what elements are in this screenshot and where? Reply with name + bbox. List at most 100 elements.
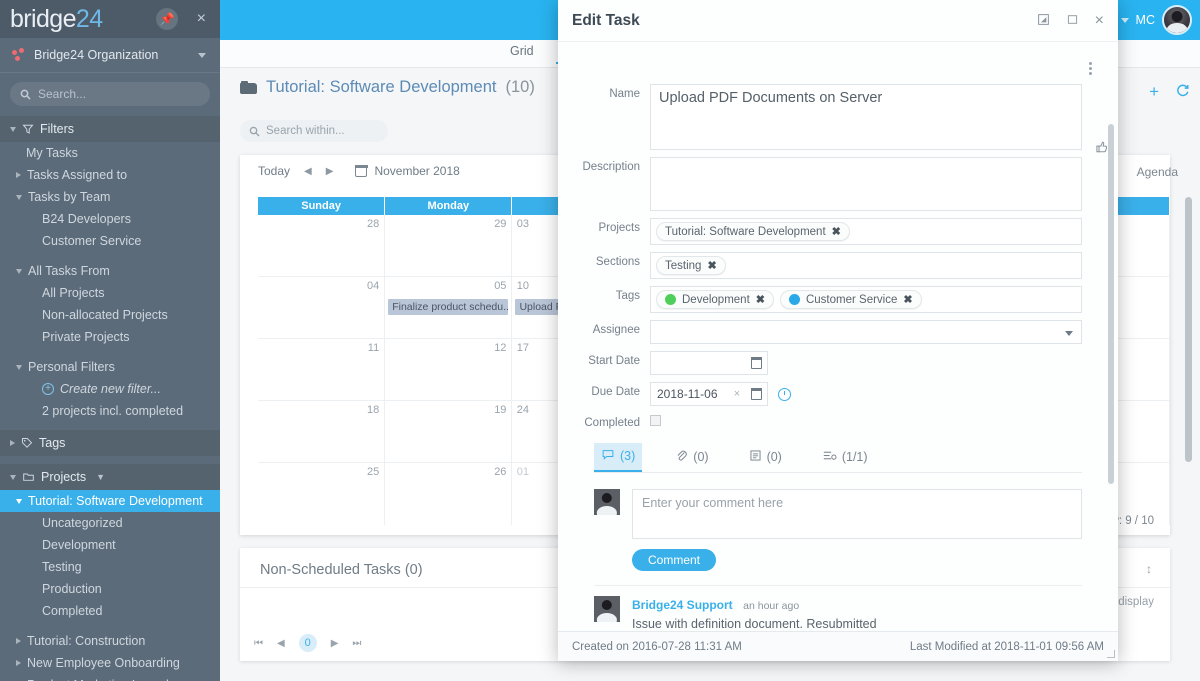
maximize-icon[interactable] bbox=[1067, 13, 1078, 28]
sidebar-item-tasks-by-team[interactable]: Tasks by Team bbox=[0, 186, 220, 208]
sidebar-section-tags[interactable]: Tags bbox=[0, 430, 220, 456]
project-chip[interactable]: Tutorial: Software Development ✖ bbox=[656, 222, 850, 241]
clock-icon[interactable] bbox=[778, 387, 791, 401]
sidebar-item-tutorial-software-development[interactable]: Tutorial: Software Development bbox=[0, 490, 220, 512]
today-button[interactable]: Today bbox=[258, 164, 290, 178]
calendar-cell[interactable]: 05 Finalize product schedu... bbox=[385, 277, 513, 338]
resize-handle[interactable] bbox=[1107, 650, 1115, 658]
restore-icon[interactable] bbox=[1037, 13, 1050, 29]
arrow-left-icon[interactable]: ◀ bbox=[304, 166, 312, 177]
logo-part2: 24 bbox=[75, 4, 103, 33]
sidebar-item-my-tasks[interactable]: My Tasks bbox=[0, 142, 220, 164]
calendar-cell[interactable]: 11 bbox=[258, 339, 386, 400]
sidebar-item-tasks-assigned-to[interactable]: Tasks Assigned to bbox=[0, 164, 220, 186]
modal-scrollbar[interactable] bbox=[1108, 124, 1114, 484]
calendar-cell[interactable]: 29 bbox=[385, 215, 513, 276]
chevron-down-icon bbox=[16, 268, 22, 274]
sidebar-item-all-tasks-from[interactable]: All Tasks From bbox=[0, 260, 220, 282]
prev-page-icon[interactable]: ◀ bbox=[277, 638, 285, 649]
calendar-cell[interactable]: 26 bbox=[385, 463, 513, 525]
sidebar-item-development[interactable]: Development bbox=[0, 534, 220, 556]
sidebar-item-label: Product Marketing Launch bbox=[27, 677, 173, 681]
sidebar-item-all-projects[interactable]: All Projects bbox=[0, 282, 220, 304]
more-options-icon[interactable] bbox=[1089, 62, 1092, 77]
close-icon[interactable]: × bbox=[1095, 12, 1104, 30]
sidebar-search-input[interactable]: Search... bbox=[10, 82, 210, 106]
tab-grid[interactable]: Grid bbox=[510, 44, 534, 58]
sidebar-item-personal-filters[interactable]: Personal Filters bbox=[0, 356, 220, 378]
due-date-label: Due Date bbox=[591, 386, 640, 398]
arrow-right-icon[interactable]: ▶ bbox=[326, 166, 334, 177]
section-chip[interactable]: Testing ✖ bbox=[656, 256, 726, 275]
remove-chip-icon[interactable]: ✖ bbox=[707, 259, 716, 272]
clear-icon[interactable]: × bbox=[728, 382, 746, 406]
tab-subtasks[interactable]: (1/1) bbox=[815, 443, 875, 472]
calendar-cell[interactable]: 25 bbox=[258, 463, 386, 525]
tags-chipbox[interactable]: Development ✖ Customer Service ✖ bbox=[650, 286, 1082, 313]
tab-comments[interactable]: (3) bbox=[594, 443, 643, 472]
tab-notes[interactable]: (0) bbox=[742, 443, 789, 472]
sidebar-item-production[interactable]: Production bbox=[0, 578, 220, 600]
comment-input[interactable]: Enter your comment here bbox=[632, 489, 1082, 539]
toolbar-icons: + bbox=[1149, 82, 1190, 102]
sidebar-item-product-marketing-launch[interactable]: Product Marketing Launch bbox=[0, 674, 220, 681]
calendar-event[interactable]: Finalize product schedu... bbox=[388, 299, 509, 315]
remove-chip-icon[interactable]: ✖ bbox=[832, 225, 841, 238]
user-menu[interactable]: MC bbox=[1120, 0, 1192, 40]
projects-label: Projects bbox=[598, 222, 640, 234]
next-page-icon[interactable]: ▶ bbox=[331, 638, 339, 649]
modal-tabs: (3) (0) (0) (1/1) bbox=[594, 443, 1082, 473]
calendar-cell[interactable]: 12 bbox=[385, 339, 513, 400]
sidebar-item-private-projects[interactable]: Private Projects bbox=[0, 326, 220, 348]
sections-chipbox[interactable]: Testing ✖ bbox=[650, 252, 1082, 279]
sidebar-section-projects[interactable]: Projects ▼ bbox=[0, 464, 220, 490]
organization-selector[interactable]: Bridge24 Organization bbox=[0, 38, 220, 73]
due-date-input[interactable]: 2018-11-06 bbox=[650, 382, 728, 406]
calendar-cell[interactable]: 04 bbox=[258, 277, 386, 338]
sidebar-item-tutorial-construction[interactable]: Tutorial: Construction bbox=[0, 630, 220, 652]
search-within-input[interactable]: Search within... bbox=[240, 120, 388, 142]
sort-icon[interactable]: ↕ bbox=[1146, 562, 1152, 576]
plus-icon[interactable]: + bbox=[1149, 82, 1159, 102]
comment-author[interactable]: Bridge24 Support bbox=[632, 598, 733, 612]
sidebar-item-projects-incl-completed[interactable]: 2 projects incl. completed bbox=[0, 400, 220, 422]
thumbs-up-icon[interactable] bbox=[1095, 140, 1109, 157]
remove-chip-icon[interactable]: ✖ bbox=[903, 293, 912, 306]
avatar-icon[interactable] bbox=[1162, 5, 1192, 35]
tab-attachments[interactable]: (0) bbox=[668, 443, 715, 472]
refresh-icon[interactable] bbox=[1175, 83, 1190, 102]
remove-chip-icon[interactable]: ✖ bbox=[756, 293, 765, 306]
sidebar-item-non-allocated-projects[interactable]: Non-allocated Projects bbox=[0, 304, 220, 326]
sidebar-section-filters[interactable]: Filters bbox=[0, 116, 220, 142]
due-date-calendar-button[interactable] bbox=[746, 382, 768, 406]
pin-icon[interactable]: 📌 bbox=[156, 8, 178, 30]
sidebar-item-completed[interactable]: Completed bbox=[0, 600, 220, 622]
logo-part1: bridge bbox=[10, 4, 77, 33]
calendar-cell[interactable]: 19 bbox=[385, 401, 513, 462]
sidebar-item-customer-service[interactable]: Customer Service bbox=[0, 230, 220, 252]
start-date-calendar-button[interactable] bbox=[746, 351, 768, 375]
first-page-icon[interactable]: ⏮ bbox=[254, 638, 263, 649]
sidebar-item-testing[interactable]: Testing bbox=[0, 556, 220, 578]
completed-checkbox[interactable] bbox=[650, 415, 661, 426]
last-page-icon[interactable]: ⏭ bbox=[352, 638, 361, 649]
sidebar-item-create-new-filter[interactable]: + Create new filter... bbox=[0, 378, 220, 400]
avatar bbox=[594, 596, 620, 622]
page-number[interactable]: 0 bbox=[298, 634, 317, 652]
close-icon[interactable]: × bbox=[197, 8, 206, 30]
sidebar-item-label: Tutorial: Construction bbox=[27, 634, 146, 648]
sidebar-item-new-employee-onboarding[interactable]: New Employee Onboarding bbox=[0, 652, 220, 674]
sidebar-item-b24-developers[interactable]: B24 Developers bbox=[0, 208, 220, 230]
calendar-cell[interactable]: 28 bbox=[258, 215, 386, 276]
comment-button[interactable]: Comment bbox=[632, 549, 717, 571]
calendar-cell[interactable]: 18 bbox=[258, 401, 386, 462]
sidebar-item-uncategorized[interactable]: Uncategorized bbox=[0, 512, 220, 534]
projects-chipbox[interactable]: Tutorial: Software Development ✖ bbox=[650, 218, 1082, 245]
start-date-input[interactable] bbox=[650, 351, 746, 375]
tag-chip[interactable]: Development ✖ bbox=[656, 290, 774, 309]
name-input[interactable]: Upload PDF Documents on Server bbox=[650, 84, 1082, 150]
calendar-scrollbar[interactable] bbox=[1185, 197, 1192, 462]
assignee-select[interactable] bbox=[650, 320, 1082, 344]
description-input[interactable] bbox=[650, 157, 1082, 211]
tag-chip[interactable]: Customer Service ✖ bbox=[779, 290, 922, 309]
